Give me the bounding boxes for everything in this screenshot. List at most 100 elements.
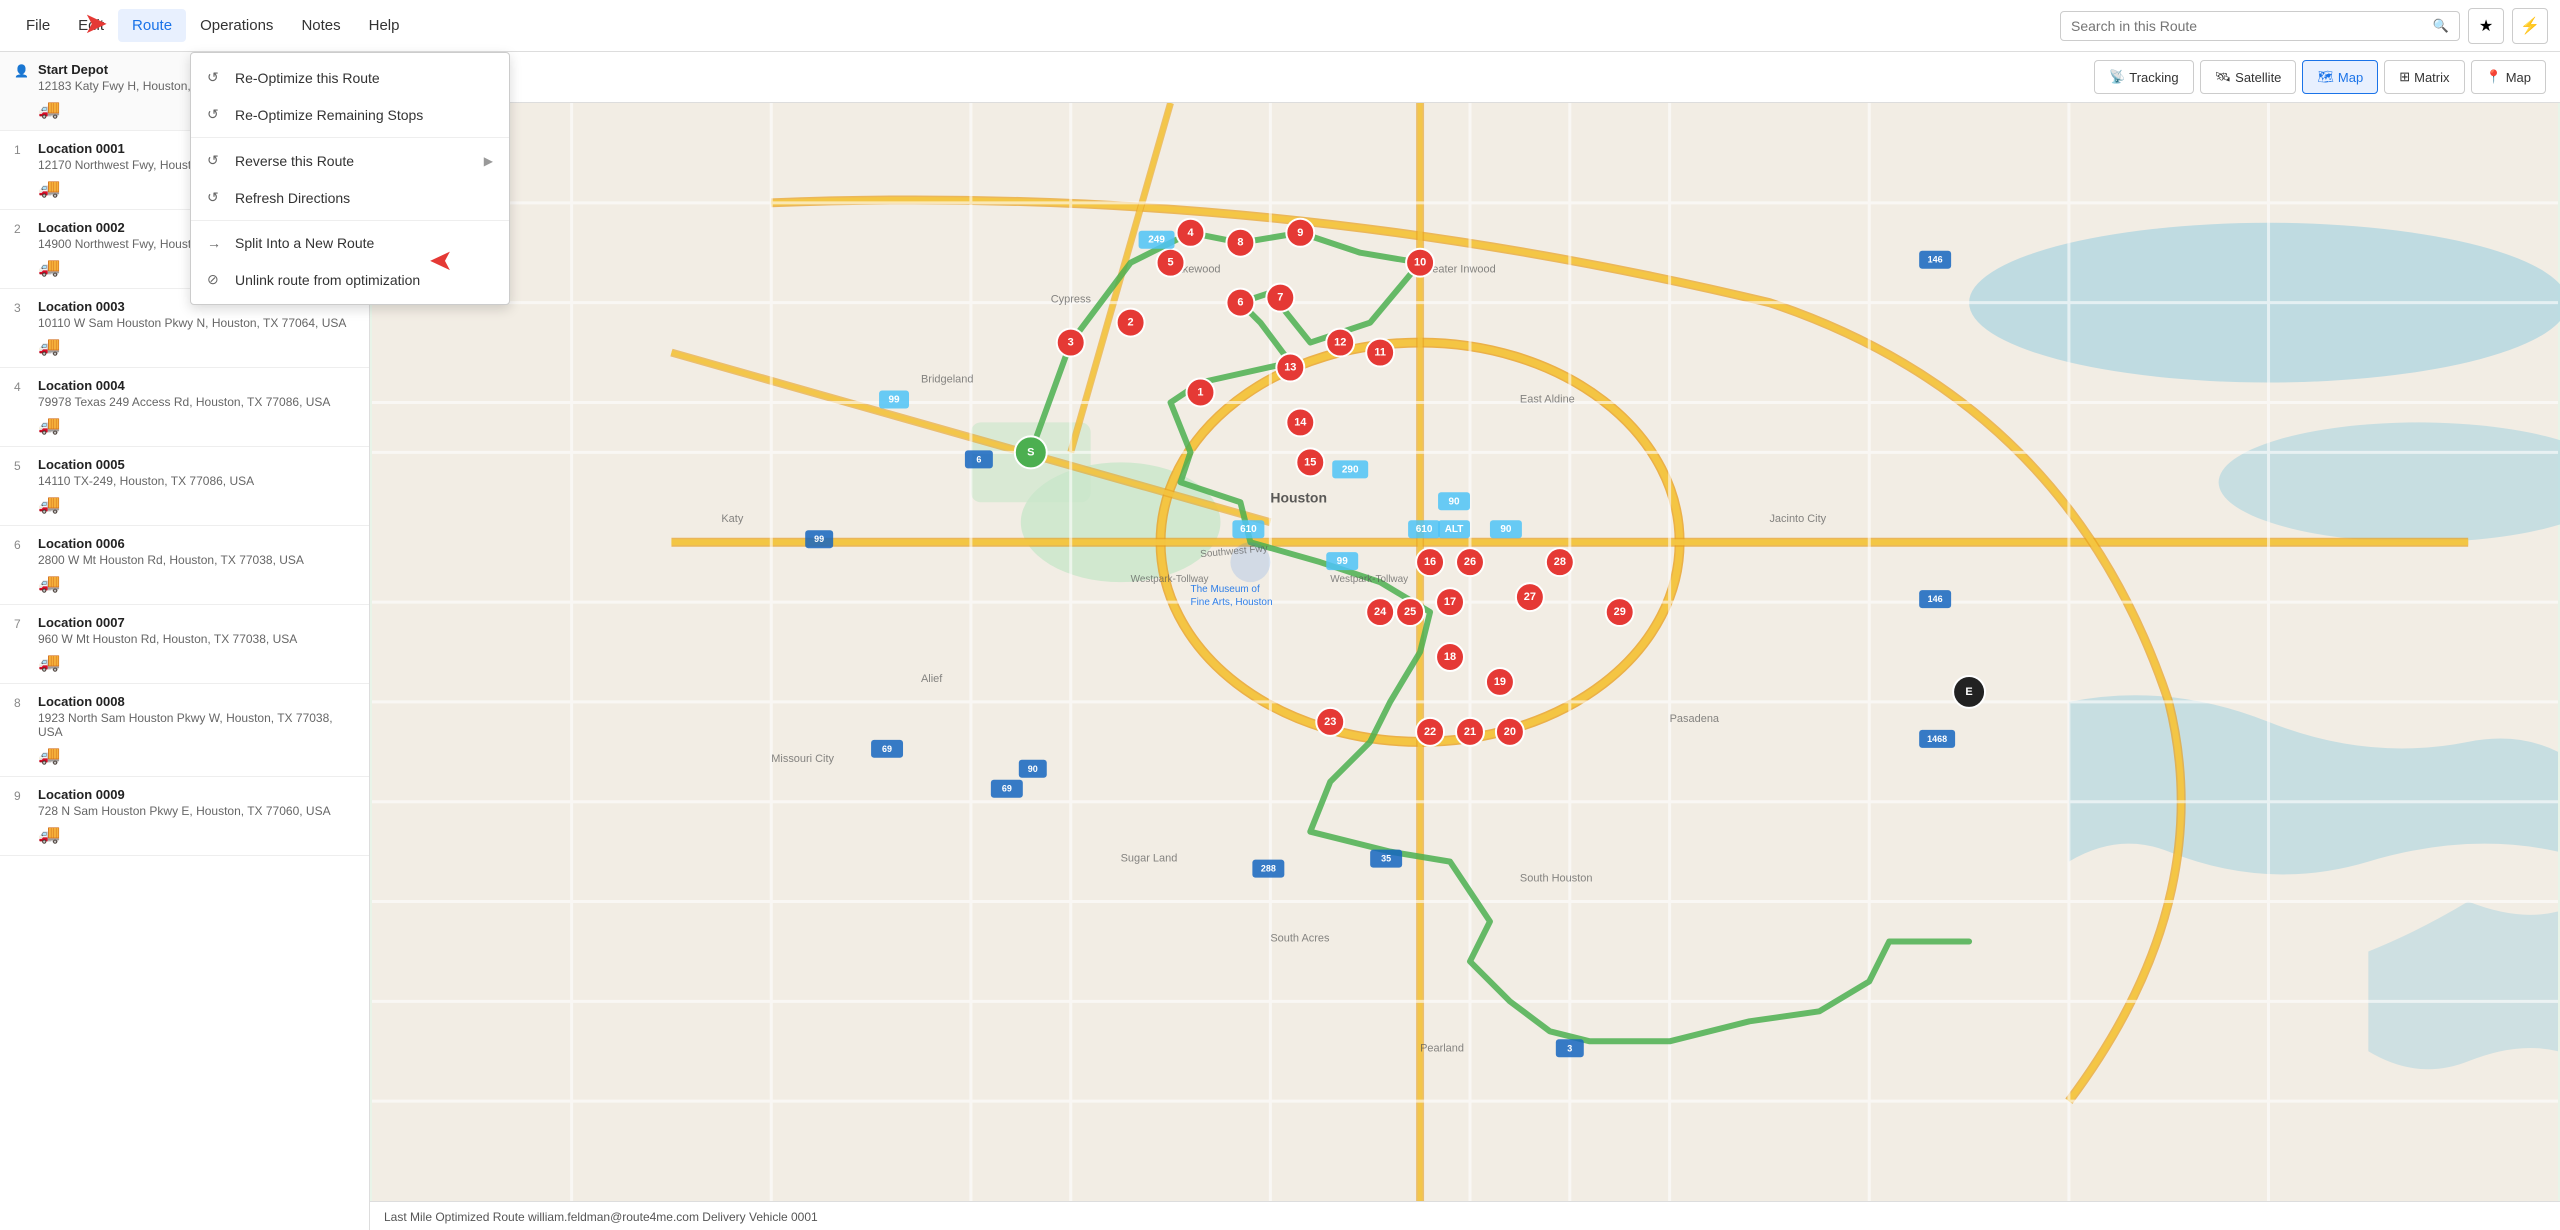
reoptimize-remaining-icon: ↺ (207, 106, 225, 123)
stop-number: 4 (14, 380, 30, 394)
matrix-icon: ⊞ (2399, 69, 2410, 85)
top-right-bar: 🔍 ★ ⚡ (2060, 8, 2548, 44)
reverse-icon: ↺ (207, 152, 225, 169)
satellite-label: Satellite (2235, 70, 2281, 85)
stop-address: 728 N Sam Houston Pkwy E, Houston, TX 77… (38, 804, 355, 818)
svg-text:Westpark-Tollway: Westpark-Tollway (1330, 574, 1408, 585)
truck-icon: 🚚 (38, 257, 60, 277)
svg-text:S: S (1027, 446, 1034, 458)
dropdown-reoptimize-remaining-label: Re-Optimize Remaining Stops (235, 107, 423, 123)
svg-text:Fine Arts, Houston: Fine Arts, Houston (1191, 597, 1273, 608)
svg-text:23: 23 (1324, 716, 1336, 728)
tab-matrix[interactable]: ⊞ Matrix (2384, 60, 2464, 94)
search-input[interactable] (2071, 18, 2433, 34)
tab-map[interactable]: 🗺 Map (2302, 60, 2378, 94)
svg-text:4: 4 (1187, 227, 1194, 239)
stop-address: 79978 Texas 249 Access Rd, Houston, TX 7… (38, 395, 355, 409)
svg-text:35: 35 (1381, 854, 1391, 864)
dropdown-reoptimize[interactable]: ↺ Re-Optimize this Route (191, 59, 509, 96)
map-background[interactable]: Houston Bridgeland Cypress Katy Alief Mi… (370, 103, 2560, 1201)
unlink-icon: ⊘ (207, 271, 225, 288)
stop-name: Location 0009 (38, 787, 355, 802)
stop-truck: 🚚 (14, 336, 355, 357)
stop-number: 1 (14, 143, 30, 157)
svg-text:1: 1 (1197, 386, 1203, 398)
svg-text:6: 6 (1237, 297, 1243, 309)
dropdown-refresh[interactable]: ↺ Refresh Directions (191, 179, 509, 216)
dropdown-divider-1 (191, 137, 509, 138)
stop-info: Location 0008 1923 North Sam Houston Pkw… (38, 694, 355, 739)
stop-name: Location 0008 (38, 694, 355, 709)
menu-edit[interactable]: Edit (64, 9, 118, 42)
svg-text:11: 11 (1374, 347, 1386, 359)
map-tabs: 📡 Tracking 🛰 Satellite 🗺 Map ⊞ Matrix 📍 (2094, 60, 2546, 94)
satellite-icon: 🛰 (2215, 69, 2232, 85)
svg-text:69: 69 (882, 744, 892, 754)
stop-address: 2800 W Mt Houston Rd, Houston, TX 77038,… (38, 553, 355, 567)
stop-name: Location 0004 (38, 378, 355, 393)
map2-label: Map (2506, 70, 2531, 85)
svg-text:20: 20 (1504, 726, 1516, 738)
svg-text:Cypress: Cypress (1051, 294, 1092, 306)
menu-operations[interactable]: Operations (186, 9, 287, 42)
stop-item[interactable]: 9 Location 0009 728 N Sam Houston Pkwy E… (0, 777, 369, 856)
search-icon: 🔍 (2433, 18, 2449, 34)
svg-text:Bridgeland: Bridgeland (921, 373, 973, 385)
tab-map2[interactable]: 📍 Map (2471, 60, 2546, 94)
menu-route[interactable]: Route (118, 9, 186, 42)
stop-name: Location 0007 (38, 615, 355, 630)
stop-name: Location 0005 (38, 457, 355, 472)
tab-tracking[interactable]: 📡 Tracking (2094, 60, 2194, 94)
stop-info: Location 0009 728 N Sam Houston Pkwy E, … (38, 787, 355, 818)
stop-item[interactable]: 4 Location 0004 79978 Texas 249 Access R… (0, 368, 369, 447)
dropdown-reoptimize-remaining[interactable]: ↺ Re-Optimize Remaining Stops (191, 96, 509, 133)
menu-help[interactable]: Help (355, 9, 414, 42)
stop-address: 1923 North Sam Houston Pkwy W, Houston, … (38, 711, 355, 739)
lightning-button[interactable]: ⚡ (2512, 8, 2548, 44)
menu-file[interactable]: File (12, 9, 64, 42)
tracking-icon: 📡 (2109, 69, 2125, 85)
svg-text:14: 14 (1294, 416, 1307, 428)
stop-item[interactable]: 8 Location 0008 1923 North Sam Houston P… (0, 684, 369, 777)
menu-notes[interactable]: Notes (287, 9, 354, 42)
svg-text:10: 10 (1414, 257, 1426, 269)
stop-item[interactable]: 7 Location 0007 960 W Mt Houston Rd, Hou… (0, 605, 369, 684)
svg-text:Katy: Katy (721, 513, 743, 525)
svg-text:15: 15 (1304, 456, 1316, 468)
stop-info: Location 0004 79978 Texas 249 Access Rd,… (38, 378, 355, 409)
svg-text:146: 146 (1928, 594, 1943, 604)
truck-icon: 🚚 (38, 99, 60, 119)
dropdown-reverse[interactable]: ↺ Reverse this Route ▶ (191, 142, 509, 179)
svg-text:Pearland: Pearland (1420, 1042, 1464, 1054)
dropdown-split[interactable]: → Split Into a New Route (191, 225, 509, 261)
svg-text:610: 610 (1240, 524, 1257, 535)
svg-text:7: 7 (1277, 292, 1283, 304)
search-container: 🔍 (2060, 11, 2460, 41)
map-icon: 🗺 (2317, 69, 2334, 85)
stop-address: 960 W Mt Houston Rd, Houston, TX 77038, … (38, 632, 355, 646)
truck-icon: 🚚 (38, 652, 60, 672)
stop-truck: 🚚 (14, 415, 355, 436)
split-icon: → (207, 235, 225, 251)
svg-text:Houston: Houston (1270, 489, 1327, 505)
stop-truck: 🚚 (14, 494, 355, 515)
dropdown-unlink[interactable]: ⊘ Unlink route from optimization (191, 261, 509, 298)
svg-text:19: 19 (1494, 676, 1506, 688)
svg-text:99: 99 (888, 394, 900, 405)
svg-text:22: 22 (1424, 726, 1436, 738)
stop-item[interactable]: 6 Location 0006 2800 W Mt Houston Rd, Ho… (0, 526, 369, 605)
truck-icon: 🚚 (38, 573, 60, 593)
svg-text:27: 27 (1524, 591, 1536, 603)
svg-text:9: 9 (1297, 227, 1303, 239)
stop-number: 9 (14, 789, 30, 803)
svg-text:Jacinto City: Jacinto City (1769, 513, 1826, 525)
stop-item[interactable]: 5 Location 0005 14110 TX-249, Houston, T… (0, 447, 369, 526)
tab-satellite[interactable]: 🛰 Satellite (2200, 60, 2297, 94)
route-dropdown: ↺ Re-Optimize this Route ↺ Re-Optimize R… (190, 52, 510, 305)
reoptimize-icon: ↺ (207, 69, 225, 86)
svg-text:25: 25 (1404, 606, 1416, 618)
svg-text:The Museum of: The Museum of (1191, 584, 1260, 595)
stop-number: 7 (14, 617, 30, 631)
svg-text:E: E (1965, 686, 1972, 698)
star-button[interactable]: ★ (2468, 8, 2504, 44)
